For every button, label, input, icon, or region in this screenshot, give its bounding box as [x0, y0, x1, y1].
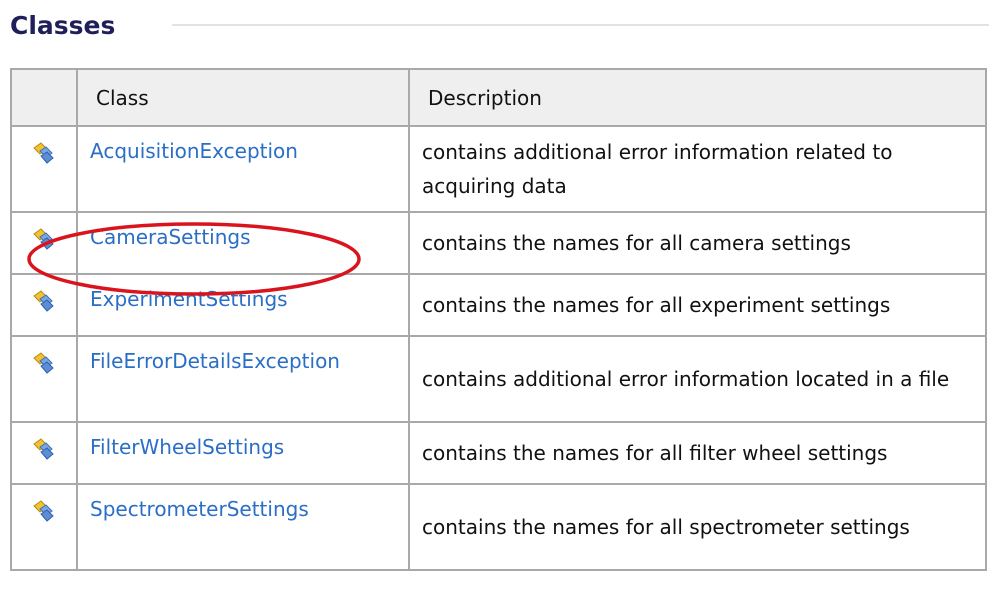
classes-table: Class Description AcquisitionException c…	[10, 68, 987, 571]
class-link[interactable]: CameraSettings	[90, 225, 251, 249]
class-name-cell: SpectrometerSettings	[76, 483, 410, 571]
description-cell: contains the names for all spectrometer …	[408, 483, 987, 571]
table-header-row: Class Description	[10, 68, 987, 127]
public-class-icon	[33, 500, 54, 522]
icon-cell	[10, 273, 78, 337]
table-row: ExperimentSettings contains the names fo…	[10, 273, 987, 337]
table-row: SpectrometerSettings contains the names …	[10, 483, 987, 571]
class-name-cell: ExperimentSettings	[76, 273, 410, 337]
section-header: Classes	[10, 8, 989, 48]
class-link[interactable]: AcquisitionException	[90, 139, 298, 163]
table-row: CameraSettings contains the names for al…	[10, 211, 987, 275]
section-divider	[172, 24, 989, 26]
public-class-icon	[33, 438, 54, 460]
icon-cell	[10, 335, 78, 423]
table-row: FileErrorDetailsException contains addit…	[10, 335, 987, 423]
class-link[interactable]: ExperimentSettings	[90, 287, 288, 311]
description-column-header: Description	[408, 68, 987, 127]
table-row: AcquisitionException contains additional…	[10, 125, 987, 213]
icon-column-header	[10, 68, 78, 127]
description-cell: contains additional error information re…	[408, 125, 987, 213]
description-cell: contains the names for all camera settin…	[408, 211, 987, 275]
public-class-icon	[33, 142, 54, 164]
public-class-icon	[33, 290, 54, 312]
icon-cell	[10, 211, 78, 275]
description-cell: contains the names for all filter wheel …	[408, 421, 987, 485]
table-row: FilterWheelSettings contains the names f…	[10, 421, 987, 485]
class-name-cell: FileErrorDetailsException	[76, 335, 410, 423]
public-class-icon	[33, 352, 54, 374]
class-link[interactable]: FilterWheelSettings	[90, 435, 284, 459]
class-link[interactable]: FileErrorDetailsException	[90, 349, 340, 373]
class-link[interactable]: SpectrometerSettings	[90, 497, 309, 521]
class-name-cell: FilterWheelSettings	[76, 421, 410, 485]
classes-table-container: Class Description AcquisitionException c…	[10, 68, 989, 614]
icon-cell	[10, 483, 78, 571]
section-title: Classes	[10, 11, 116, 40]
description-cell: contains additional error information lo…	[408, 335, 987, 423]
class-name-cell: CameraSettings	[76, 211, 410, 275]
icon-cell	[10, 125, 78, 213]
class-column-header: Class	[76, 68, 410, 127]
public-class-icon	[33, 228, 54, 250]
description-cell: contains the names for all experiment se…	[408, 273, 987, 337]
icon-cell	[10, 421, 78, 485]
class-name-cell: AcquisitionException	[76, 125, 410, 213]
